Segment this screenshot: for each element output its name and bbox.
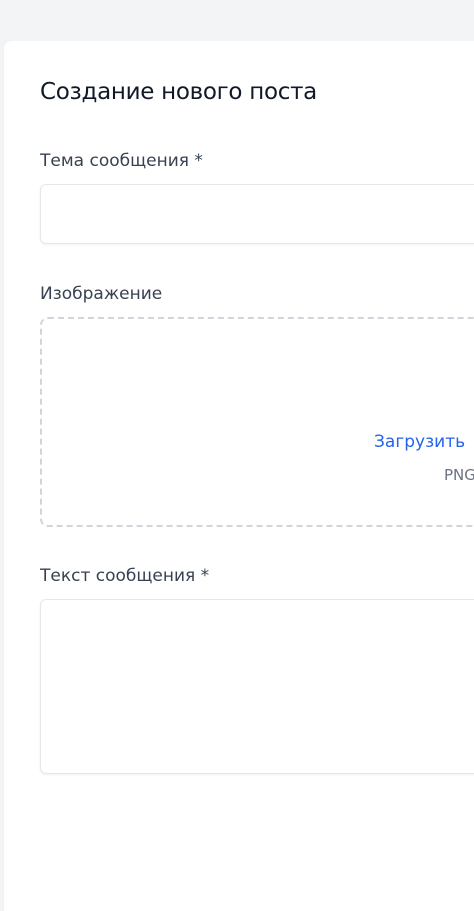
message-textarea[interactable] bbox=[40, 599, 474, 774]
upload-hint-text: PNG bbox=[444, 466, 474, 484]
image-label: Изображение bbox=[40, 284, 163, 304]
subject-label: Тема сообщения * bbox=[40, 151, 203, 171]
upload-image-link[interactable]: Загрузить bbox=[374, 432, 465, 452]
subject-input[interactable] bbox=[40, 184, 474, 244]
message-label: Текст сообщения * bbox=[40, 566, 210, 586]
new-post-card: Создание нового поста Тема сообщения * И… bbox=[4, 41, 474, 911]
image-dropzone[interactable]: Загрузить PNG bbox=[40, 317, 474, 527]
page-title: Создание нового поста bbox=[40, 79, 317, 105]
